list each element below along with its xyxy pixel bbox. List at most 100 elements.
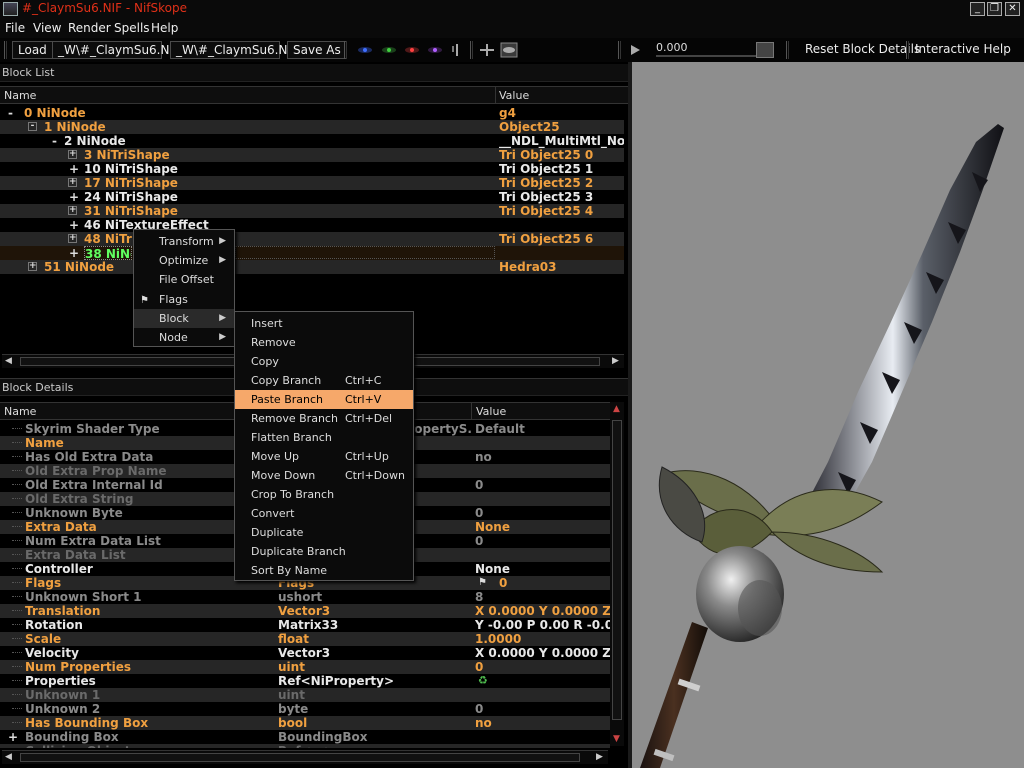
expand-icon[interactable]: + (68, 150, 77, 159)
expand-icon[interactable]: + (69, 218, 79, 232)
tree-row[interactable]: + 48 NiTriShape Tri Object25 6 (0, 232, 624, 246)
load-button[interactable]: Load (12, 41, 53, 59)
menu-optimize[interactable]: Optimize ▶ (134, 251, 234, 270)
texture-icon[interactable] (500, 42, 518, 58)
eye-blue-icon[interactable] (356, 42, 374, 58)
tree-row[interactable]: + 17 NiTriShape Tri Object25 2 (0, 176, 624, 190)
detail-row[interactable]: Num Properties uint 0 (0, 660, 610, 674)
submenu-move-up[interactable]: Move Up Ctrl+Up (235, 447, 413, 466)
submenu-remove-branch[interactable]: Remove Branch Ctrl+Del (235, 409, 413, 428)
submenu-move-down[interactable]: Move Down Ctrl+Down (235, 466, 413, 485)
detail-row[interactable]: Translation Vector3 X 0.0000 Y 0.0000 Z 0.… (0, 604, 610, 618)
column-name[interactable]: Name (4, 405, 36, 418)
collapse-icon[interactable]: - (28, 122, 37, 131)
tree-row[interactable]: + 3 NiTriShape Tri Object25 0 (0, 148, 624, 162)
detail-row[interactable]: Rotation Matrix33 Y -0.00 P 0.00 R -0.00 (0, 618, 610, 632)
scroll-up-icon[interactable]: ▲ (613, 404, 620, 414)
scroll-left-icon[interactable]: ◀ (5, 752, 12, 762)
interactive-help-button[interactable]: Interactive Help (910, 41, 1016, 59)
column-name[interactable]: Name (4, 89, 36, 102)
column-value[interactable]: Value (476, 405, 506, 418)
time-slider[interactable] (656, 55, 756, 57)
tree-row[interactable]: - 0 NiNode g4 (0, 106, 624, 120)
expand-icon[interactable]: + (68, 234, 77, 243)
scroll-thumb[interactable] (20, 753, 580, 762)
eye-red-icon[interactable] (403, 42, 421, 58)
scroll-right-icon[interactable]: ▶ (596, 752, 603, 762)
detail-row[interactable]: Unknown 1 uint (0, 688, 610, 702)
detail-row[interactable]: Unknown 2 byte 0 (0, 702, 610, 716)
detail-row[interactable]: Velocity Vector3 X 0.0000 Y 0.0000 Z 0.000… (0, 646, 610, 660)
expand-icon[interactable]: + (69, 190, 79, 204)
submenu-insert[interactable]: Insert (235, 314, 413, 333)
expand-icon[interactable]: + (8, 730, 18, 744)
restore-button[interactable]: ❐ (987, 2, 1002, 16)
detail-row[interactable]: + Bounding Box BoundingBox (0, 730, 610, 744)
scroll-thumb[interactable] (612, 420, 622, 720)
detail-row[interactable]: Has Bounding Box bool no (0, 716, 610, 730)
tree-row[interactable]: + 24 NiTriShape Tri Object25 3 (0, 190, 624, 204)
menu-block[interactable]: Block ▶ (134, 309, 234, 328)
menu-label: Convert (251, 507, 295, 520)
detail-row[interactable]: Unknown Short 1 ushort 8 (0, 590, 610, 604)
menu-spells[interactable]: Spells (114, 21, 150, 35)
submenu-paste-branch[interactable]: Paste Branch Ctrl+V (235, 390, 413, 409)
expand-icon[interactable]: + (69, 162, 79, 176)
menu-file[interactable]: File (5, 21, 25, 35)
scroll-left-icon[interactable]: ◀ (5, 356, 12, 366)
menu-help[interactable]: Help (151, 21, 178, 35)
eye-purple-icon[interactable] (426, 42, 444, 58)
minimize-button[interactable]: _ (970, 2, 985, 16)
close-button[interactable]: ✕ (1005, 2, 1020, 16)
submenu-crop-to-branch[interactable]: Crop To Branch (235, 485, 413, 504)
detail-row[interactable]: Collision ObjectRef<...> (0, 744, 610, 748)
block-tree[interactable]: - 0 NiNode g4 - 1 NiNode Object25 - 2 Ni… (0, 106, 624, 306)
menu-file-offset[interactable]: File Offset (134, 270, 234, 289)
menu-label: Remove (251, 336, 296, 349)
detail-row[interactable]: Properties Ref<NiProperty> ♻ (0, 674, 610, 688)
submenu-duplicate-branch[interactable]: Duplicate Branch (235, 542, 413, 561)
submenu-duplicate[interactable]: Duplicate (235, 523, 413, 542)
submenu-convert[interactable]: Convert (235, 504, 413, 523)
title-bar[interactable]: #_ClaymSu6.NIF - NifSkope _ ❐ ✕ (0, 0, 1024, 18)
menu-node[interactable]: Node ▶ (134, 328, 234, 347)
collapse-icon[interactable]: - (52, 134, 57, 148)
tree-row[interactable]: + 51 NiNode Hedra03 (0, 260, 624, 274)
play-icon[interactable] (626, 42, 644, 58)
scroll-down-icon[interactable]: ▼ (613, 734, 620, 744)
save-as-button[interactable]: Save As (287, 41, 347, 59)
collapse-icon[interactable]: - (8, 106, 13, 120)
expand-icon[interactable]: + (28, 262, 37, 271)
menu-transform[interactable]: Transform ▶ (134, 232, 234, 251)
tree-row[interactable]: + 31 NiTriShape Tri Object25 4 (0, 204, 624, 218)
expand-icon[interactable]: + (69, 246, 79, 260)
scroll-right-icon[interactable]: ▶ (612, 356, 619, 366)
column-value[interactable]: Value (499, 89, 529, 102)
refresh-link-icon[interactable]: ♻ (478, 674, 488, 688)
submenu-flatten-branch[interactable]: Flatten Branch (235, 428, 413, 447)
tree-row[interactable]: + 10 NiTriShape Tri Object25 1 (0, 162, 624, 176)
block-details-vscroll[interactable]: ▲ ▼ (610, 402, 624, 746)
eye-green-icon[interactable] (380, 42, 398, 58)
tree-row-selected[interactable]: + 38 NiNode (0, 246, 624, 260)
tree-row[interactable]: - 2 NiNode __NDL_MultiMtl_Node (0, 134, 624, 148)
detail-row[interactable]: Scale float 1.0000 (0, 632, 610, 646)
load-path-input[interactable]: _W\#_ClaymSu6.NIF (52, 41, 180, 59)
save-path-input[interactable]: _W\#_ClaymSu6.NIF (170, 41, 298, 59)
menu-render[interactable]: Render (68, 21, 111, 35)
submenu-sort-by-name[interactable]: Sort By Name (235, 561, 413, 580)
menu-view[interactable]: View (33, 21, 61, 35)
tree-row[interactable]: - 1 NiNode Object25 (0, 120, 624, 134)
submenu-copy-branch[interactable]: Copy Branch Ctrl+C (235, 371, 413, 390)
loop-icon[interactable] (756, 42, 774, 58)
expand-icon[interactable]: + (68, 178, 77, 187)
axis-icon[interactable] (448, 42, 466, 58)
submenu-copy[interactable]: Copy (235, 352, 413, 371)
block-details-hscroll[interactable]: ◀ ▶ (2, 750, 608, 764)
tree-row[interactable]: + 46 NiTextureEffect (0, 218, 624, 232)
menu-flags[interactable]: ⚑ Flags (134, 290, 234, 309)
submenu-remove[interactable]: Remove (235, 333, 413, 352)
expand-icon[interactable]: + (68, 206, 77, 215)
node-icon[interactable] (478, 42, 496, 58)
render-viewport[interactable] (632, 62, 1024, 768)
